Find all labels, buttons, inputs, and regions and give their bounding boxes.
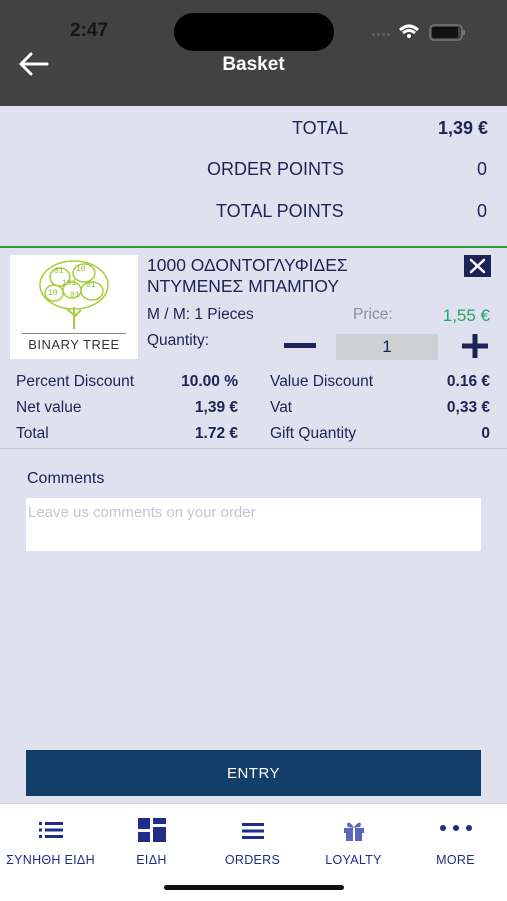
product-name: 1000 ΟΔΟΝΤΟΓΛΥΦΙΔΕΣ ΝΤΥΜΕΝΕΣ ΜΠΑΜΠΟΥ (147, 255, 447, 297)
percent-discount-label: Percent Discount (16, 373, 135, 390)
tree-logo-icon: 01 10101 0110 01 (39, 260, 109, 329)
total-label: TOTAL (292, 118, 349, 138)
more-icon (439, 825, 472, 831)
svg-text:10: 10 (48, 289, 58, 298)
quantity-input[interactable] (336, 334, 438, 360)
net-value-label: Net value (16, 399, 82, 416)
remove-item-button[interactable] (464, 255, 491, 277)
quantity-label: Quantity: (147, 332, 210, 349)
tab-label: MORE (436, 853, 475, 867)
product-image: 01 10 101 01 10 01 BINARY TREE (10, 255, 138, 359)
svg-text:01: 01 (54, 267, 64, 276)
tab-label: ΣΥΝΗΘΗ ΕΙΔΗ (6, 853, 95, 867)
gift-quantity-label: Gift Quantity (270, 425, 357, 442)
menu-icon (241, 823, 264, 839)
gift-icon (343, 822, 364, 841)
logo-divider (22, 333, 126, 334)
tab-loyalty[interactable]: LOYALTY (303, 816, 404, 876)
svg-text:01: 01 (86, 281, 96, 290)
comments-input[interactable] (26, 498, 481, 551)
price-value: 1,55 € (442, 306, 490, 325)
tab-usual-items[interactable]: ΣΥΝΗΘΗ ΕΙΔΗ (0, 816, 101, 876)
total-value-detail: 1.72 € (194, 425, 238, 442)
order-points-value: 0 (476, 159, 487, 179)
total-points-label: TOTAL POINTS (216, 201, 344, 221)
tab-label: LOYALTY (325, 853, 382, 867)
page-title: Basket (222, 54, 285, 75)
percent-discount-value: 10.00 % (181, 373, 238, 390)
tab-label: ORDERS (224, 853, 281, 867)
divider (0, 448, 507, 449)
dynamic-island (174, 13, 334, 51)
grid-icon (137, 818, 166, 842)
value-discount-value: 0.16 € (446, 373, 490, 390)
status-icons (372, 24, 465, 41)
total-points-value: 0 (476, 201, 487, 221)
list-icon (38, 822, 63, 838)
product-name-line1: 1000 ΟΔΟΝΤΟΓΛΥΦΙΔΕΣ (147, 255, 348, 275)
tab-items[interactable]: ΕΙΔΗ (101, 816, 202, 876)
order-points-label: ORDER POINTS (207, 159, 345, 179)
product-name-line2: ΝΤΥΜΕΝΕΣ ΜΠΑΜΠΟΥ (147, 276, 340, 296)
comments-label: Comments (27, 470, 105, 487)
total-value: 1,39 € (437, 118, 488, 138)
total-label-detail: Total (16, 425, 49, 442)
divider (0, 246, 507, 248)
gift-quantity-value: 0 (481, 425, 490, 442)
tab-orders[interactable]: ORDERS (202, 816, 303, 876)
net-value-value: 1,39 € (194, 399, 238, 416)
entry-button[interactable]: ENTRY (26, 750, 481, 796)
status-time: 2:47 (70, 20, 109, 41)
vat-value: 0,33 € (446, 399, 490, 416)
unit-measure: M / M: 1 Pieces (147, 306, 254, 323)
svg-text:10: 10 (76, 265, 86, 274)
brand-name: BINARY TREE (28, 337, 120, 352)
home-indicator (164, 885, 344, 890)
value-discount-label: Value Discount (270, 373, 374, 390)
price-label: Price: (353, 306, 393, 323)
decrease-quantity-button[interactable] (284, 343, 316, 348)
svg-text:101: 101 (62, 279, 77, 288)
tab-more[interactable]: MORE (405, 816, 506, 876)
vat-label: Vat (270, 399, 293, 416)
increase-quantity-button[interactable] (459, 332, 491, 360)
tab-label: ΕΙΔΗ (136, 853, 167, 867)
svg-text:01: 01 (70, 291, 80, 300)
